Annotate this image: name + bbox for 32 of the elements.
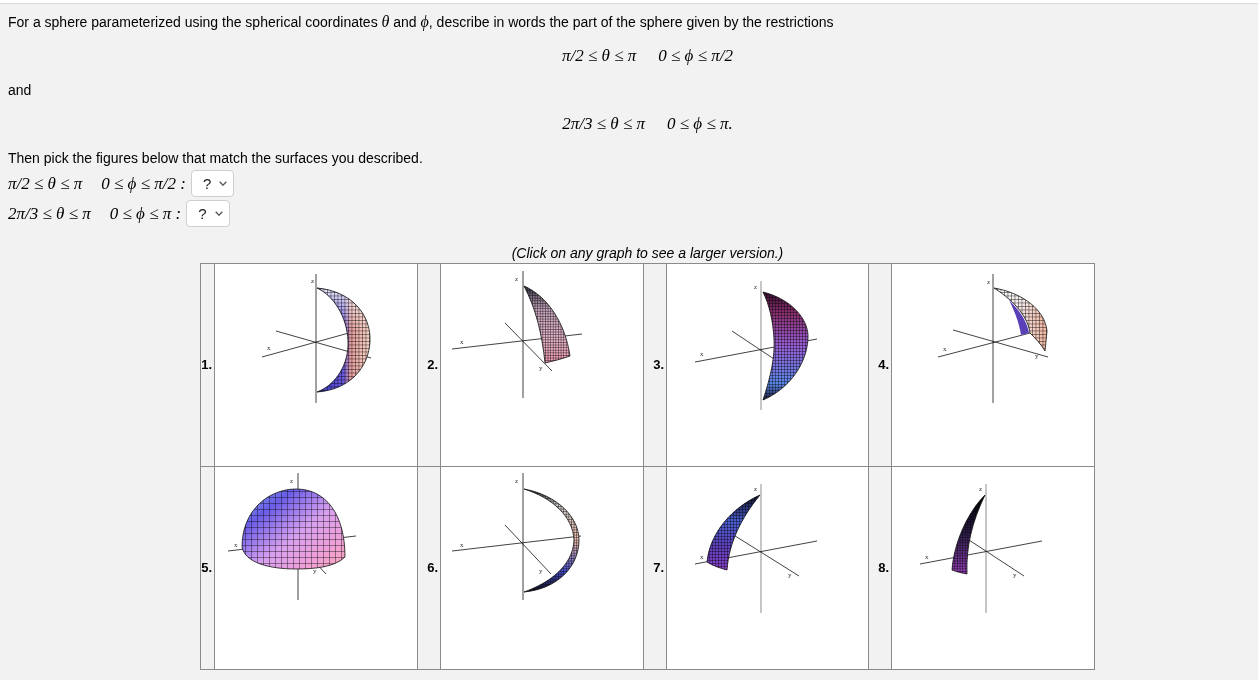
figure-number: 6. [427,560,438,576]
figure-number: 2. [427,357,438,373]
sphere-surface-plot[interactable] [451,270,583,399]
figure-number: 4. [878,357,889,373]
math-expression: 0 ≤ ϕ ≤ π. [667,114,733,134]
sphere-surface-plot[interactable] [227,472,357,601]
sphere-surface-plot[interactable] [694,483,818,614]
chevron-down-icon [214,211,223,216]
figure-number: 3. [653,357,664,373]
sphere-surface-plot[interactable] [919,483,1043,614]
sphere-surface-plot[interactable] [937,273,1049,404]
answer-dropdown[interactable]: ? [186,200,230,227]
math-expression: 0 ≤ ϕ ≤ π : [109,203,182,224]
chevron-down-icon [219,181,228,186]
math-expression: 0 ≤ ϕ ≤ π/2 : [101,173,186,194]
math-expression: 2π/3 ≤ θ ≤ π [8,203,91,224]
math-expression: 0 ≤ ϕ ≤ π/2 [658,46,733,66]
figure-number: 8. [878,560,889,576]
math-expression: π/2 ≤ θ ≤ π [8,173,83,194]
instruction-text: Then pick the figures below that match the surfaces you described. [8,150,424,166]
sphere-surface-plot[interactable] [261,273,372,404]
sphere-surface-plot[interactable] [694,280,818,411]
figure-number: 5. [201,560,212,576]
answer-dropdown[interactable]: ? [190,170,235,197]
figure-number: 1. [201,357,212,373]
math-expression: 2π/3 ≤ θ ≤ π [562,114,645,134]
sphere-surface-plot[interactable] [451,472,582,601]
math-expression: π/2 ≤ θ ≤ π [562,46,637,66]
question-text: and [8,82,33,98]
hint-text: (Click on any graph to see a larger version.) [510,245,785,261]
question-text: For a sphere parameterized using the spherical coordinates θ and ϕ, describe in words the part of the sphere given by the restrictions [8,14,835,30]
figure-number: 7. [653,560,664,576]
